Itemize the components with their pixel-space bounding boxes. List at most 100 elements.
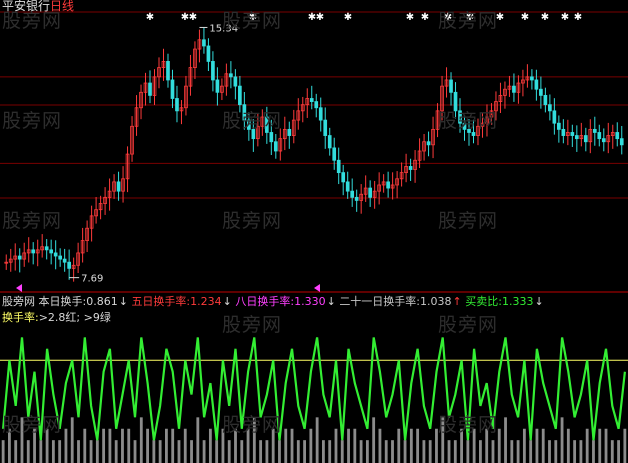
star-marker-icon: ✱ [146,12,154,23]
candle-body [350,190,355,198]
candle-body [341,172,346,183]
candle-body [327,135,332,149]
candle-body [583,135,588,143]
turnover-series-line [2,337,626,441]
candle-body [215,79,220,93]
candle-body [67,261,71,269]
watermark: 股旁网 [438,10,499,32]
star-marker-icon: ✱ [189,12,197,23]
watermark: 股旁网 [222,110,283,132]
candle-body [211,61,215,81]
candle-body [592,128,597,133]
candle-body [318,107,323,121]
watermark: 股旁网 [222,210,283,232]
triangle-marker-icon [314,284,320,292]
star-marker-icon: ✱ [521,12,529,23]
up-arrow-icon: ↑ [452,295,462,308]
candle-body [548,104,552,112]
watermark: 股旁网 [222,414,283,436]
candle-body [557,122,561,130]
watermark: 股旁网 [2,414,63,436]
candle-body [619,138,624,146]
watermark: 股旁网 [2,210,63,232]
down-arrow-icon: ↓ [326,295,336,308]
watermark: 股旁网 [438,314,499,336]
candle-body [309,98,314,102]
candle-body [202,39,206,47]
legend-label-21day: 二十一日换手率: [339,295,421,308]
legend-label-ratio: 买卖比: [465,295,502,308]
candle-body [166,61,170,81]
watermark: 股旁网 [222,314,283,336]
threshold-label: 换手率: [2,311,39,324]
candle-body [336,159,341,174]
watermark: 股旁网 [438,110,499,132]
candle-body [449,79,453,93]
candle-body [314,101,319,109]
candle-body [601,138,606,143]
candle-body [615,132,620,140]
candle-body [287,128,292,136]
candle-body [31,249,36,254]
legend-value-8day: 1.330 [294,295,326,308]
candle-body [269,132,274,143]
candle-body [238,85,242,106]
candle-body [570,132,575,136]
candle-body [561,128,566,136]
chart-canvas: 15.347.69✱ ✱ ✱ ✱ ✱ ✱ ✱ ✱ ✱ ✱ ✱ ✱ ✱ ✱ ✱ ✱ [0,11,628,463]
candle-body [534,79,539,90]
threshold-legend: 换手率:>2.8红; >9绿 [2,311,111,324]
down-arrow-icon: ↓ [534,295,544,308]
candle-body [323,119,328,136]
candle-body [175,98,179,112]
candle-body [44,246,49,251]
candle-body [17,255,22,260]
candle-body [148,82,152,96]
candle-body [539,88,543,96]
chart-title: 平安银行日线 [2,0,74,13]
candle-body [332,147,337,161]
legend-value-5day: 1.234 [190,295,222,308]
star-marker-icon: ✱ [561,12,569,23]
watermark: 股旁网 [438,414,499,436]
candle-body [426,141,431,146]
legend-value-today: 0.861 [86,295,118,308]
candle-body [597,132,602,140]
candle-body [53,252,58,257]
candle-body [408,166,413,170]
star-marker-icon: ✱ [421,12,429,23]
low-label: 7.69 [81,274,103,285]
down-arrow-icon: ↓ [118,295,128,308]
period-label: 日线 [50,0,75,13]
candle-body [58,255,62,260]
legend-value-ratio: 1.333 [501,295,534,308]
candle-body [386,181,390,189]
threshold-rule: >2.8红; >9绿 [38,311,111,324]
candle-body [49,249,54,254]
candle-body [552,110,557,124]
legend-value-21day: 1.038 [420,295,452,308]
stock-chart-window: 15.34 7.69 ✱ ✱ ✱ ✱ ✱ ✱ ✱ ✱ ✱ ✱ ✱ ✱ ✱ ✱ ✱ ✱ 股旁网 股旁网 股旁网 股旁… [0,0,628,463]
down-arrow-icon: ↓ [222,295,232,308]
candle-body [345,181,350,192]
stock-name: 平安银行 [2,0,51,13]
legend-label-5day: 五日换手率: [131,295,191,308]
candle-body [543,95,548,106]
triangle-marker-icon [16,284,22,292]
candle-body [574,135,579,140]
candle-body [170,79,175,99]
candle-body [116,181,121,192]
star-marker-icon: ✱ [406,12,414,23]
star-marker-icon: ✱ [316,12,324,23]
legend-brand: 股旁网 [2,295,35,308]
legend-label-8day: 八日换手率: [235,295,295,308]
candle-body [206,45,211,62]
watermark: 股旁网 [2,110,63,132]
legend-label-today: 本日换手: [38,295,87,308]
candle-body [354,196,359,201]
star-marker-icon: ✱ [574,12,582,23]
candle-body [62,258,67,263]
watermark: 股旁网 [438,210,499,232]
candle-body [512,85,516,93]
star-marker-icon: ✱ [541,12,549,23]
